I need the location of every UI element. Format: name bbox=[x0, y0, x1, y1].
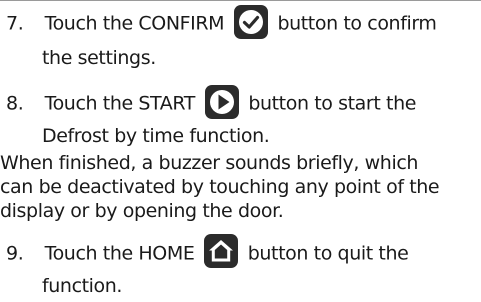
step-text-before-icon: Touch the HOME bbox=[44, 242, 195, 265]
note-line-3: display or by opening the door. bbox=[0, 200, 284, 222]
note-line-2: can be deactivated by touching any point… bbox=[0, 176, 440, 198]
play-circle-icon bbox=[204, 84, 240, 120]
step-text-line2: function. bbox=[42, 275, 123, 297]
step-number: 9. bbox=[6, 242, 24, 265]
note-line-1: When finished, a buzzer sounds briefly, … bbox=[0, 152, 419, 174]
step-text-line2: Defrost by time function. bbox=[42, 125, 270, 147]
top-divider bbox=[0, 0, 481, 1]
step-text-line2: the settings. bbox=[42, 47, 156, 69]
checkmark-circle-icon bbox=[233, 4, 269, 40]
step-text-after-icon: button to confirm bbox=[277, 12, 437, 35]
home-icon bbox=[203, 233, 239, 269]
step-text-after-icon: button to start the bbox=[248, 92, 417, 115]
step-text-before-icon: Touch the START bbox=[44, 92, 196, 115]
step-number: 7. bbox=[6, 12, 24, 35]
step-text-after-icon: button to quit the bbox=[247, 242, 409, 265]
step-number: 8. bbox=[6, 92, 24, 115]
step-text-before-icon: Touch the CONFIRM bbox=[44, 12, 225, 35]
